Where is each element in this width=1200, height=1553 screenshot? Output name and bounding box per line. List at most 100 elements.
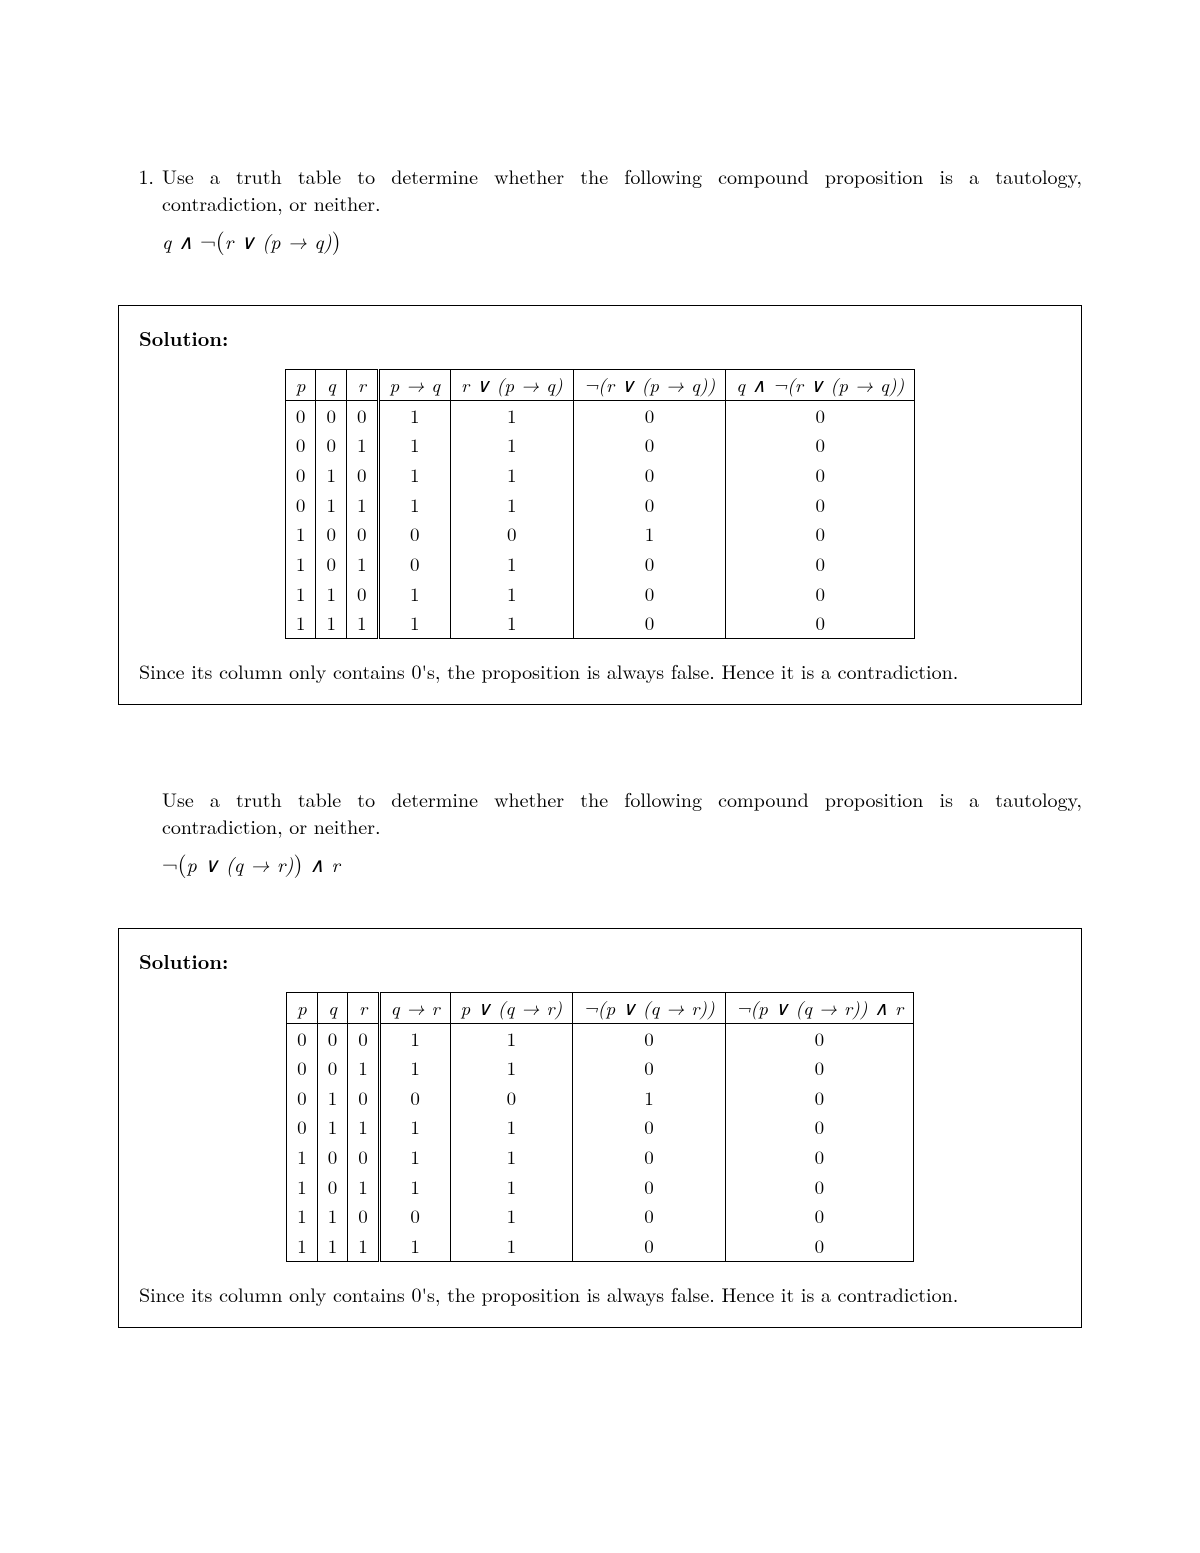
table-row: 1000010 — [285, 519, 915, 549]
table-cell: 0 — [726, 490, 915, 520]
table-cell: 0 — [573, 549, 726, 579]
table-cell: 0 — [285, 460, 316, 490]
table-cell: 0 — [573, 460, 726, 490]
table-cell: 0 — [285, 400, 316, 430]
table-cell: 1 — [348, 1231, 380, 1261]
problem-prompt: Use a truth table to determine whether t… — [162, 162, 1082, 216]
table-row: 0011100 — [286, 1053, 913, 1083]
table-cell: 1 — [316, 608, 347, 638]
table-cell: 1 — [286, 1172, 317, 1202]
solution-label: Solution: — [139, 324, 1061, 351]
conclusion-1: Since its column only contains 0's, the … — [139, 657, 1061, 684]
table-cell: 1 — [379, 1172, 450, 1202]
table-cell: 1 — [451, 549, 574, 579]
table-cell: 1 — [348, 1112, 380, 1142]
table-cell: 1 — [450, 1023, 573, 1053]
table-cell: 0 — [573, 579, 726, 609]
table-row: 0011100 — [285, 430, 915, 460]
table-cell: 0 — [450, 1083, 573, 1113]
table-cell: 0 — [316, 400, 347, 430]
problem-prompt-2: Use a truth table to determine whether t… — [162, 785, 1082, 839]
table-cell: 1 — [573, 1083, 726, 1113]
col-r: r — [346, 370, 378, 401]
table-cell: 0 — [725, 1172, 913, 1202]
problem-formula-2: ¬(p ∨ (q → r)) ∧ r — [162, 847, 1082, 878]
table-cell: 1 — [450, 1053, 573, 1083]
table-body-1: 0001100001110001011000111100100001010101… — [285, 400, 915, 638]
table-row: 0111100 — [286, 1112, 913, 1142]
table-row: 0111100 — [285, 490, 915, 520]
table-cell: 0 — [573, 430, 726, 460]
table-cell: 0 — [726, 460, 915, 490]
table-cell: 0 — [573, 1172, 726, 1202]
table-cell: 1 — [285, 549, 316, 579]
table-cell: 0 — [286, 1053, 317, 1083]
table-row: 1111100 — [285, 608, 915, 638]
solution-box-2: Solution: p q r q → r p ∨ (q → r) ¬(p ∨ … — [118, 928, 1082, 1328]
table-cell: 0 — [573, 1142, 726, 1172]
table-row: 0100010 — [286, 1083, 913, 1113]
table-row: 1100100 — [286, 1201, 913, 1231]
table-cell: 1 — [286, 1231, 317, 1261]
truth-table-2: p q r q → r p ∨ (q → r) ¬(p ∨ (q → r)) ¬… — [286, 992, 914, 1262]
table-cell: 0 — [317, 1053, 348, 1083]
table-cell: 1 — [450, 1142, 573, 1172]
table-cell: 0 — [573, 1023, 726, 1053]
table-header-row-2: p q r q → r p ∨ (q → r) ¬(p ∨ (q → r)) ¬… — [286, 992, 913, 1023]
table-cell: 1 — [450, 1112, 573, 1142]
table-cell: 0 — [286, 1112, 317, 1142]
table-cell: 0 — [286, 1023, 317, 1053]
table-cell: 1 — [451, 460, 574, 490]
table-cell: 0 — [726, 579, 915, 609]
table-cell: 0 — [725, 1142, 913, 1172]
problem-1: 1. Use a truth table to determine whethe… — [118, 162, 1082, 277]
table-cell: 0 — [726, 430, 915, 460]
table-cell: 1 — [378, 430, 451, 460]
table-cell: 0 — [346, 460, 378, 490]
table-cell: 0 — [379, 1083, 450, 1113]
col-q: q — [317, 992, 348, 1023]
problem-body-2: Use a truth table to determine whether t… — [162, 785, 1082, 900]
table-cell: 1 — [378, 490, 451, 520]
table-row: 1010100 — [285, 549, 915, 579]
col-4: p → q — [378, 370, 451, 401]
solution-label-2: Solution: — [139, 947, 1061, 974]
col-p: p — [286, 992, 317, 1023]
table-cell: 1 — [450, 1172, 573, 1202]
table-cell: 1 — [286, 1201, 317, 1231]
table-body-2: 0001100001110001000100111100100110010111… — [286, 1023, 913, 1261]
truth-table-wrap-1: p q r p → q r ∨ (p → q) ¬(r ∨ (p → q)) q… — [139, 369, 1061, 639]
table-cell: 0 — [725, 1231, 913, 1261]
table-cell: 1 — [379, 1231, 450, 1261]
problem-number: 1. — [118, 162, 162, 277]
table-cell: 0 — [346, 519, 378, 549]
problem-2: Use a truth table to determine whether t… — [118, 785, 1082, 900]
table-cell: 0 — [286, 1083, 317, 1113]
table-cell: 1 — [451, 579, 574, 609]
table-cell: 0 — [346, 579, 378, 609]
table-cell: 1 — [285, 579, 316, 609]
table-cell: 1 — [378, 460, 451, 490]
col-4: q → r — [379, 992, 450, 1023]
table-cell: 0 — [317, 1172, 348, 1202]
table-cell: 0 — [451, 519, 574, 549]
table-cell: 0 — [316, 430, 347, 460]
table-cell: 1 — [573, 519, 726, 549]
table-cell: 1 — [451, 430, 574, 460]
table-row: 1111100 — [286, 1231, 913, 1261]
table-cell: 0 — [573, 400, 726, 430]
truth-table-wrap-2: p q r q → r p ∨ (q → r) ¬(p ∨ (q → r)) ¬… — [139, 992, 1061, 1262]
table-cell: 1 — [451, 490, 574, 520]
table-cell: 1 — [316, 579, 347, 609]
table-cell: 0 — [316, 519, 347, 549]
table-cell: 1 — [379, 1142, 450, 1172]
table-cell: 1 — [285, 519, 316, 549]
table-cell: 0 — [379, 1201, 450, 1231]
table-header-row: p q r p → q r ∨ (p → q) ¬(r ∨ (p → q)) q… — [285, 370, 915, 401]
table-cell: 0 — [725, 1112, 913, 1142]
table-cell: 1 — [285, 608, 316, 638]
col-6: ¬(r ∨ (p → q)) — [573, 370, 726, 401]
col-q: q — [316, 370, 347, 401]
table-cell: 0 — [726, 519, 915, 549]
table-cell: 0 — [285, 430, 316, 460]
